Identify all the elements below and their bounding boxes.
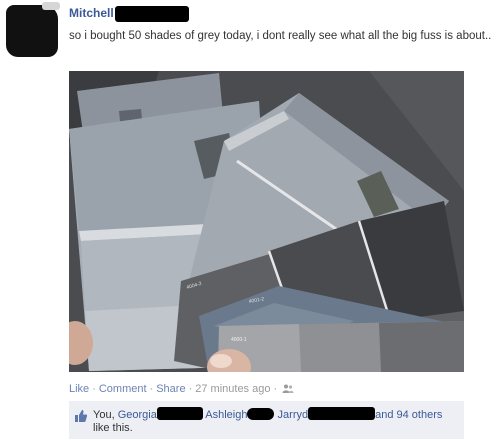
- thumbs-up-icon: [75, 410, 88, 422]
- comment-link[interactable]: Comment: [99, 383, 147, 395]
- like-link[interactable]: Like: [69, 383, 89, 395]
- liker-georgia[interactable]: Georgia: [118, 409, 157, 421]
- liker-jarryd[interactable]: Jarryd: [278, 409, 309, 421]
- post-actions-bar: Like · Comment · Share · 27 minutes ago ·: [69, 383, 294, 395]
- swatch-card-front: 4000-1: [217, 321, 464, 372]
- swatch-label: 4000-1: [231, 337, 247, 343]
- friends-privacy-icon[interactable]: [282, 384, 294, 393]
- liker-redaction: [308, 407, 376, 420]
- post-author-line: Mitchell: [69, 6, 189, 22]
- post-author-name[interactable]: Mitchell: [69, 6, 114, 20]
- liker-redaction: [247, 408, 275, 420]
- likes-summary: You, Georgia Ashleigh Jarryd and 94 other…: [69, 401, 464, 439]
- post-photo[interactable]: 4004-2 4001-2 4000-1: [69, 71, 464, 372]
- share-link[interactable]: Share: [156, 383, 185, 395]
- post-message: so i bought 50 shades of grey today, i d…: [69, 30, 492, 42]
- likes-others-link[interactable]: and 94 others: [375, 409, 442, 421]
- profile-picture-redacted[interactable]: [6, 5, 58, 57]
- separator: ·: [188, 383, 193, 395]
- separator: ·: [92, 383, 96, 395]
- likes-you: You,: [93, 409, 115, 421]
- likes-line-1: You, Georgia Ashleigh Jarryd and 94 other…: [93, 407, 442, 422]
- avatar-edge: [42, 2, 60, 10]
- likes-line-2: like this.: [93, 422, 133, 434]
- author-surname-redaction: [114, 6, 189, 22]
- separator: ·: [273, 383, 278, 395]
- liker-ashleigh[interactable]: Ashleigh: [205, 409, 247, 421]
- liker-redaction: [156, 407, 203, 420]
- separator: ·: [149, 383, 154, 395]
- paint-swatches-photo: 4004-2 4001-2 4000-1: [69, 71, 464, 372]
- post-timestamp[interactable]: 27 minutes ago: [195, 383, 270, 395]
